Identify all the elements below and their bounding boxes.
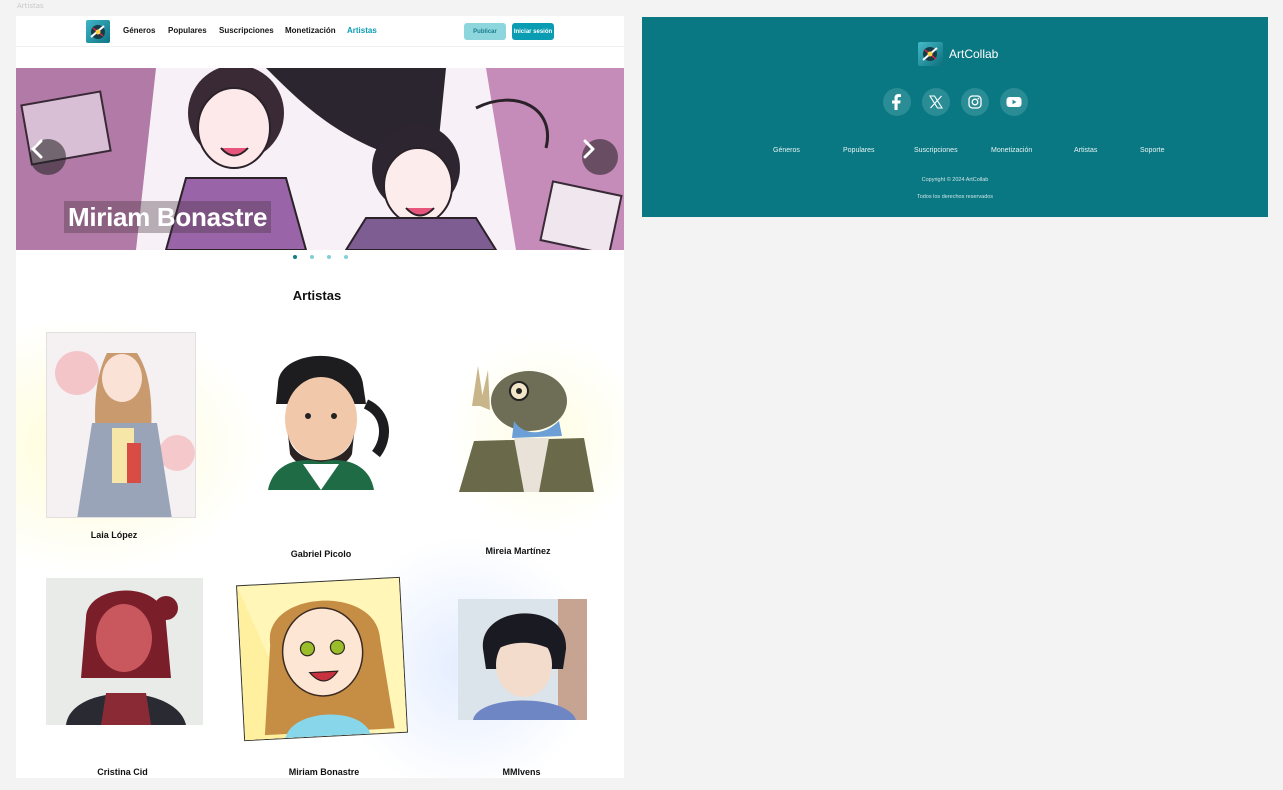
artist-avatar (458, 599, 587, 720)
chevron-right-icon (583, 139, 595, 159)
facebook-link[interactable] (883, 88, 911, 116)
instagram-link[interactable] (961, 88, 989, 116)
artist-card-mmlvens[interactable]: MMlvens (456, 598, 590, 777)
nav-link-suscripciones[interactable]: Suscripciones (219, 26, 274, 35)
artist-avatar (46, 332, 196, 518)
artist-name: MMlvens (502, 767, 541, 777)
artcollab-logo-icon[interactable] (918, 42, 943, 66)
carousel-prev-button[interactable] (30, 139, 66, 175)
footer-link-suscripciones[interactable]: Suscripciones (914, 147, 958, 154)
publish-button[interactable]: Publicar (464, 23, 506, 40)
chevron-left-icon (31, 139, 43, 159)
footer-link-artistas[interactable]: Artistas (1074, 147, 1097, 154)
x-icon (929, 95, 943, 109)
artist-name: Gabriel Picolo (290, 549, 352, 559)
nav-link-populares[interactable]: Populares (168, 26, 207, 35)
artist-card-miriam-bonastre[interactable]: Miriam Bonastre (234, 576, 414, 777)
carousel-dot[interactable] (344, 255, 348, 259)
footer-link-populares[interactable]: Populares (843, 147, 875, 154)
facebook-icon (892, 94, 901, 110)
artist-avatar (46, 578, 203, 725)
x-link[interactable] (922, 88, 950, 116)
nav-link-generos[interactable]: Géneros (123, 26, 155, 35)
artist-card-laia-lopez[interactable]: Laia López (44, 330, 200, 545)
hero-carousel[interactable]: Miriam Bonastre (16, 68, 624, 250)
carousel-dot[interactable] (310, 255, 314, 259)
artist-name: Laia López (90, 530, 138, 540)
hero-title: Miriam Bonastre (64, 201, 272, 233)
artists-page: Géneros Populares Suscripciones Monetiza… (16, 16, 624, 778)
top-navbar: Géneros Populares Suscripciones Monetiza… (16, 16, 624, 47)
artists-section-title: Artistas (292, 288, 342, 303)
youtube-icon (1006, 97, 1022, 107)
footer-link-generos[interactable]: Géneros (773, 147, 800, 154)
artist-avatar (444, 346, 594, 492)
frame-label: Artistas (17, 2, 44, 10)
artist-name: Cristina Cid (97, 767, 148, 777)
carousel-dot[interactable] (293, 255, 297, 259)
youtube-link[interactable] (1000, 88, 1028, 116)
artist-name: Mireia Martínez (485, 546, 551, 556)
footer-copyright: Copyright © 2024 ArtCollab (921, 177, 989, 183)
footer-link-soporte[interactable]: Soporte (1140, 147, 1165, 154)
artcollab-logo-icon[interactable] (86, 20, 110, 43)
login-button[interactable]: Iniciar sesión (512, 23, 554, 40)
artist-name: Miriam Bonastre (288, 767, 360, 777)
footer-brand-name: ArtCollab (949, 47, 999, 61)
site-footer: ArtCollab Géneros Populares Suscripcione… (642, 17, 1268, 217)
artist-avatar (248, 344, 394, 490)
carousel-pagination (293, 255, 348, 259)
carousel-next-button[interactable] (582, 139, 618, 175)
instagram-icon (968, 95, 982, 109)
carousel-dot[interactable] (327, 255, 331, 259)
nav-link-monetizacion[interactable]: Monetización (285, 26, 336, 35)
artist-avatar (236, 576, 408, 742)
footer-link-monetizacion[interactable]: Monetización (991, 147, 1032, 154)
footer-rights: Todos los derechos reservados (916, 194, 994, 200)
artist-card-gabriel-picolo[interactable]: Gabriel Picolo (246, 344, 396, 559)
artist-card-mireia-martinez[interactable]: Mireia Martínez (442, 346, 602, 556)
artist-card-cristina-cid[interactable]: Cristina Cid (44, 578, 209, 777)
nav-link-artistas[interactable]: Artistas (347, 26, 377, 35)
